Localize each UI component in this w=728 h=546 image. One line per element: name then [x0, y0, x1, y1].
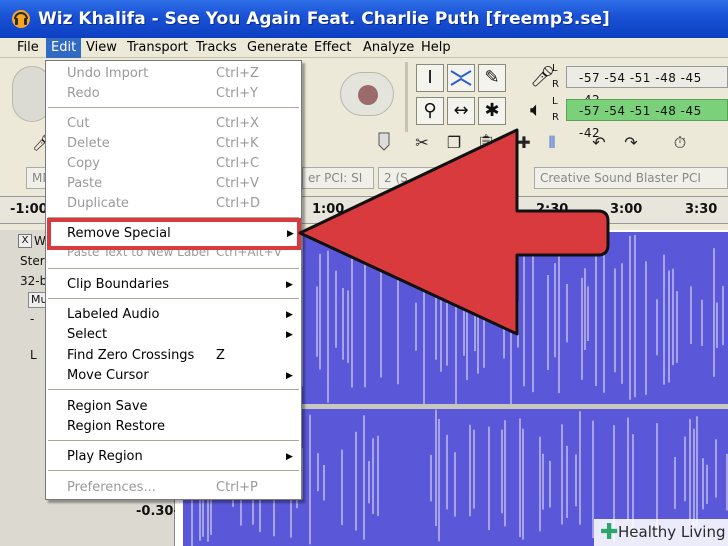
watermark-brand: Healthy Living — [618, 523, 726, 541]
watermark-badge: ✚ Healthy Living — [594, 519, 728, 546]
plus-logo-icon: ✚ — [600, 520, 619, 545]
audacity-window: Wiz Khalifa - See You Again Feat. Charli… — [0, 0, 728, 546]
red-arrow-callout — [298, 128, 610, 336]
